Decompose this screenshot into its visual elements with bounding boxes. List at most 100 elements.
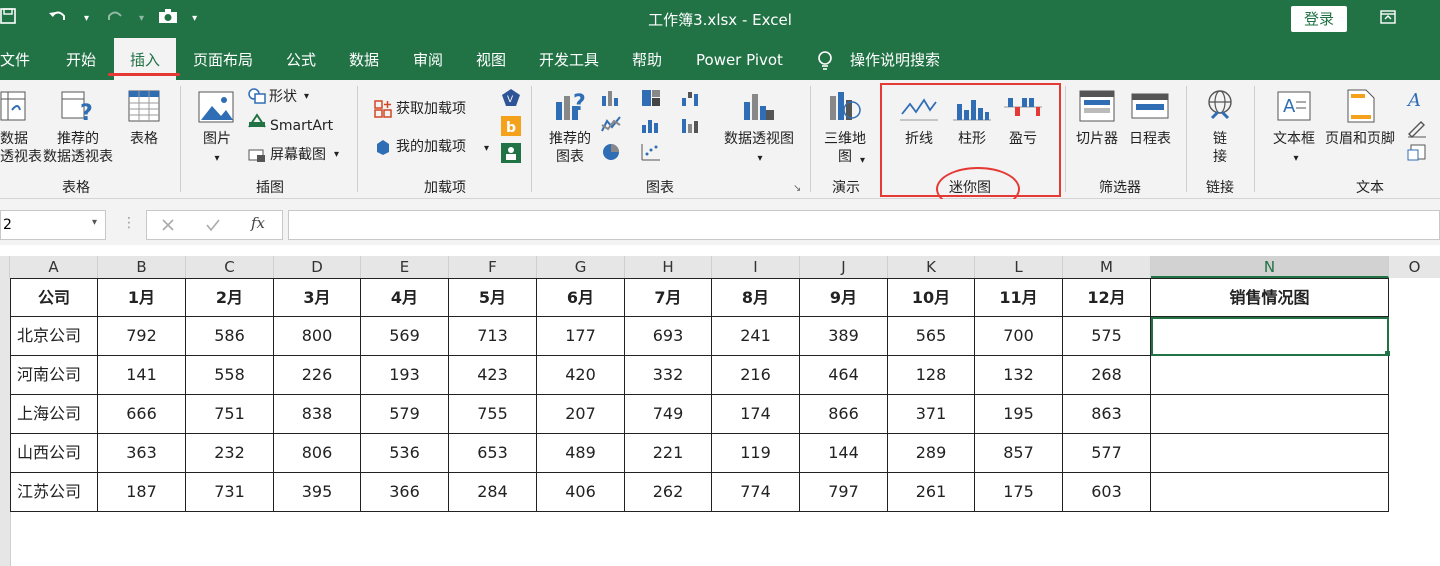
pivot-chart-dropdown-icon[interactable]: ▾ <box>752 150 768 168</box>
link-button[interactable]: 链 接 <box>1204 130 1236 166</box>
data-cell[interactable]: 144 <box>800 434 888 473</box>
header-cell[interactable]: 1月 <box>98 278 186 317</box>
row-label-cell[interactable]: 北京公司 <box>10 317 98 356</box>
header-cell[interactable]: 8月 <box>712 278 800 317</box>
header-cell[interactable]: 10月 <box>888 278 975 317</box>
cancel-icon[interactable] <box>161 218 175 232</box>
column-header-j[interactable]: J <box>800 256 888 278</box>
people-graph-icon[interactable] <box>500 142 522 164</box>
data-cell[interactable]: 177 <box>537 317 625 356</box>
insert-function-button[interactable]: fx <box>251 214 265 232</box>
tab-formulas[interactable]: 公式 <box>286 38 316 80</box>
data-cell[interactable]: 207 <box>537 395 625 434</box>
data-cell[interactable] <box>1151 395 1389 434</box>
shapes-button[interactable]: 形状 <box>269 88 297 106</box>
column-header-c[interactable]: C <box>186 256 274 278</box>
header-cell[interactable]: 5月 <box>449 278 537 317</box>
header-cell[interactable]: 11月 <box>975 278 1063 317</box>
data-cell[interactable]: 800 <box>274 317 361 356</box>
data-cell[interactable]: 119 <box>712 434 800 473</box>
pictures-dropdown-icon[interactable]: ▾ <box>209 150 225 168</box>
data-cell[interactable]: 603 <box>1063 473 1151 512</box>
screenshot-dropdown-icon[interactable]: ▾ <box>334 146 339 164</box>
header-cell[interactable]: 4月 <box>361 278 449 317</box>
fill-handle[interactable] <box>1385 351 1390 356</box>
column-header-f[interactable]: F <box>449 256 537 278</box>
visio-icon[interactable]: V <box>500 88 522 108</box>
recommended-charts-button[interactable]: 推荐的 图表 <box>545 130 595 166</box>
header-cell[interactable]: 3月 <box>274 278 361 317</box>
data-cell[interactable]: 731 <box>186 473 274 512</box>
wordart-icon[interactable]: A <box>1406 88 1428 110</box>
data-cell[interactable]: 569 <box>361 317 449 356</box>
charts-dialog-launcher-icon[interactable]: ↘ <box>793 180 801 198</box>
data-cell[interactable]: 577 <box>1063 434 1151 473</box>
data-cell[interactable]: 565 <box>888 317 975 356</box>
data-cell[interactable]: 366 <box>361 473 449 512</box>
scatter-chart-icon[interactable] <box>640 142 662 162</box>
data-cell[interactable]: 666 <box>98 395 186 434</box>
data-cell[interactable]: 221 <box>625 434 712 473</box>
row-label-cell[interactable]: 江苏公司 <box>10 473 98 512</box>
smartart-button[interactable]: SmartArt <box>270 117 333 135</box>
data-cell[interactable]: 749 <box>625 395 712 434</box>
bing-maps-icon[interactable]: b <box>500 115 522 137</box>
data-cell[interactable] <box>1151 356 1389 395</box>
row-label-cell[interactable]: 山西公司 <box>10 434 98 473</box>
data-cell[interactable]: 857 <box>975 434 1063 473</box>
data-cell[interactable] <box>1151 473 1389 512</box>
data-cell[interactable]: 132 <box>975 356 1063 395</box>
enter-icon[interactable] <box>205 218 221 232</box>
line-chart-icon[interactable] <box>600 115 622 135</box>
data-cell[interactable]: 268 <box>1063 356 1151 395</box>
textbox-dropdown-icon[interactable]: ▾ <box>1288 150 1304 168</box>
data-cell[interactable]: 751 <box>186 395 274 434</box>
data-cell[interactable]: 284 <box>449 473 537 512</box>
data-cell[interactable]: 128 <box>888 356 975 395</box>
data-cell[interactable]: 774 <box>712 473 800 512</box>
header-cell[interactable]: 2月 <box>186 278 274 317</box>
pie-chart-icon[interactable] <box>600 142 622 162</box>
3d-map-dropdown-icon[interactable]: ▾ <box>860 152 865 170</box>
data-cell[interactable]: 579 <box>361 395 449 434</box>
data-cell[interactable]: 241 <box>712 317 800 356</box>
data-cell[interactable]: 363 <box>98 434 186 473</box>
data-cell[interactable]: 226 <box>274 356 361 395</box>
data-cell[interactable]: 420 <box>537 356 625 395</box>
column-header-e[interactable]: E <box>361 256 449 278</box>
formula-input[interactable] <box>288 210 1440 240</box>
waterfall-chart-icon[interactable] <box>680 88 702 108</box>
tab-view[interactable]: 视图 <box>476 38 506 80</box>
tab-page-layout[interactable]: 页面布局 <box>193 38 253 80</box>
data-cell[interactable]: 653 <box>449 434 537 473</box>
column-header-l[interactable]: L <box>975 256 1063 278</box>
data-cell[interactable]: 262 <box>625 473 712 512</box>
data-cell[interactable]: 792 <box>98 317 186 356</box>
header-cell[interactable]: 9月 <box>800 278 888 317</box>
data-cell[interactable]: 395 <box>274 473 361 512</box>
header-cell[interactable]: 销售情况图 <box>1151 278 1389 317</box>
pictures-button[interactable]: 图片 <box>197 130 237 148</box>
data-cell[interactable]: 261 <box>888 473 975 512</box>
shapes-dropdown-icon[interactable]: ▾ <box>304 88 309 106</box>
tab-review[interactable]: 审阅 <box>413 38 443 80</box>
table-button[interactable]: 表格 <box>124 130 164 148</box>
row-label-cell[interactable]: 河南公司 <box>10 356 98 395</box>
data-cell[interactable]: 406 <box>537 473 625 512</box>
column-header-i[interactable]: I <box>712 256 800 278</box>
pivot-table-button[interactable]: 数据 透视表 <box>0 130 42 166</box>
column-header-a[interactable]: A <box>10 256 98 278</box>
header-cell[interactable]: 7月 <box>625 278 712 317</box>
my-addins-button[interactable]: 我的加载项 <box>396 138 466 156</box>
tab-data[interactable]: 数据 <box>349 38 379 80</box>
column-header-n[interactable]: N <box>1151 256 1389 278</box>
data-cell[interactable]: 866 <box>800 395 888 434</box>
data-cell[interactable]: 232 <box>186 434 274 473</box>
recommended-pivot-button[interactable]: 推荐的 数据透视表 <box>38 130 118 166</box>
tab-developer[interactable]: 开发工具 <box>539 38 599 80</box>
column-header-m[interactable]: M <box>1063 256 1151 278</box>
more-options-icon[interactable]: ⋮ <box>122 215 136 231</box>
selected-cell[interactable] <box>1151 317 1389 356</box>
data-cell[interactable]: 586 <box>186 317 274 356</box>
data-cell[interactable]: 838 <box>274 395 361 434</box>
